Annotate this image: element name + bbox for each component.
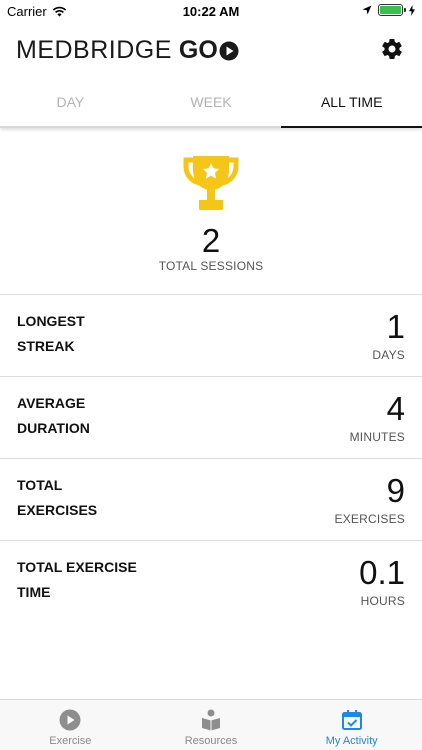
stats-list: LONGEST STREAK 1 DAYS AVERAGE DURATION 4… xyxy=(0,294,422,622)
stat-label-line1: TOTAL xyxy=(17,477,63,493)
tab-day[interactable]: DAY xyxy=(0,78,141,126)
period-tabs: DAY WEEK ALL TIME xyxy=(0,78,422,128)
stat-row-total-exercise-time: TOTAL EXERCISE TIME 0.1 HOURS xyxy=(0,540,422,622)
trophy-icon xyxy=(183,156,239,210)
stat-row-total-exercises: TOTAL EXERCISES 9 EXERCISES xyxy=(0,458,422,540)
total-sessions-label: TOTAL SESSIONS xyxy=(158,259,264,273)
stat-label-line1: LONGEST xyxy=(17,313,85,329)
stat-unit: MINUTES xyxy=(349,430,405,444)
stat-label: AVERAGE DURATION xyxy=(17,391,157,441)
bottom-tab-bar: Exercise Resources My Activity xyxy=(0,699,422,750)
stat-value: 1 xyxy=(386,308,405,345)
stat-value: 4 xyxy=(386,390,405,427)
stat-label-line1: TOTAL EXERCISE xyxy=(17,559,137,575)
tab-week[interactable]: WEEK xyxy=(141,78,282,126)
settings-gear-icon[interactable] xyxy=(380,37,404,61)
logo-suffix-text: GO xyxy=(178,36,218,64)
nav-label-resources: Resources xyxy=(184,735,238,747)
tab-all-time[interactable]: ALL TIME xyxy=(281,78,422,128)
stat-label-line2: STREAK xyxy=(17,338,75,354)
sessions-summary: 2 TOTAL SESSIONS xyxy=(0,148,422,294)
app-header: MEDBRIDGE GO xyxy=(0,22,422,78)
status-time: 10:22 AM xyxy=(182,4,240,19)
nav-item-resources[interactable]: Resources xyxy=(141,700,282,750)
calendar-check-icon xyxy=(341,710,362,730)
battery-icon xyxy=(378,4,406,16)
nav-item-my-activity[interactable]: My Activity xyxy=(281,700,422,750)
stat-unit: HOURS xyxy=(360,594,405,608)
stat-label-line2: TIME xyxy=(17,584,51,600)
status-right xyxy=(362,4,415,16)
stat-label: TOTAL EXERCISE TIME xyxy=(17,555,157,605)
stat-value: 9 xyxy=(386,472,405,509)
logo-play-icon xyxy=(219,41,239,60)
logo-suffix: GO xyxy=(179,36,218,65)
stat-row-average-duration: AVERAGE DURATION 4 MINUTES xyxy=(0,376,422,458)
stat-value: 0.1 xyxy=(359,554,405,591)
logo-text: MEDBRIDGE xyxy=(16,36,172,64)
medbridge-go-logo: MEDBRIDGE GO xyxy=(16,36,239,65)
nav-label-exercise: Exercise xyxy=(49,735,92,747)
location-arrow-icon xyxy=(362,5,372,15)
total-sessions-value: 2 xyxy=(201,222,221,259)
charging-bolt-icon xyxy=(409,4,415,16)
stat-label-line2: DURATION xyxy=(17,420,90,436)
stat-label: LONGEST STREAK xyxy=(17,309,157,359)
status-bar: Carrier 10:22 AM xyxy=(0,0,422,22)
stat-label-line1: AVERAGE xyxy=(17,395,86,411)
stat-label-line2: EXERCISES xyxy=(17,502,98,518)
stat-label: TOTAL EXERCISES xyxy=(17,473,157,523)
nav-label-my-activity: My Activity xyxy=(325,735,378,747)
stat-row-longest-streak: LONGEST STREAK 1 DAYS xyxy=(0,294,422,376)
stat-unit: DAYS xyxy=(372,348,405,362)
book-reader-icon xyxy=(202,709,220,731)
stat-unit: EXERCISES xyxy=(334,512,405,526)
nav-item-exercise[interactable]: Exercise xyxy=(0,700,141,750)
play-circle-icon xyxy=(59,709,81,731)
